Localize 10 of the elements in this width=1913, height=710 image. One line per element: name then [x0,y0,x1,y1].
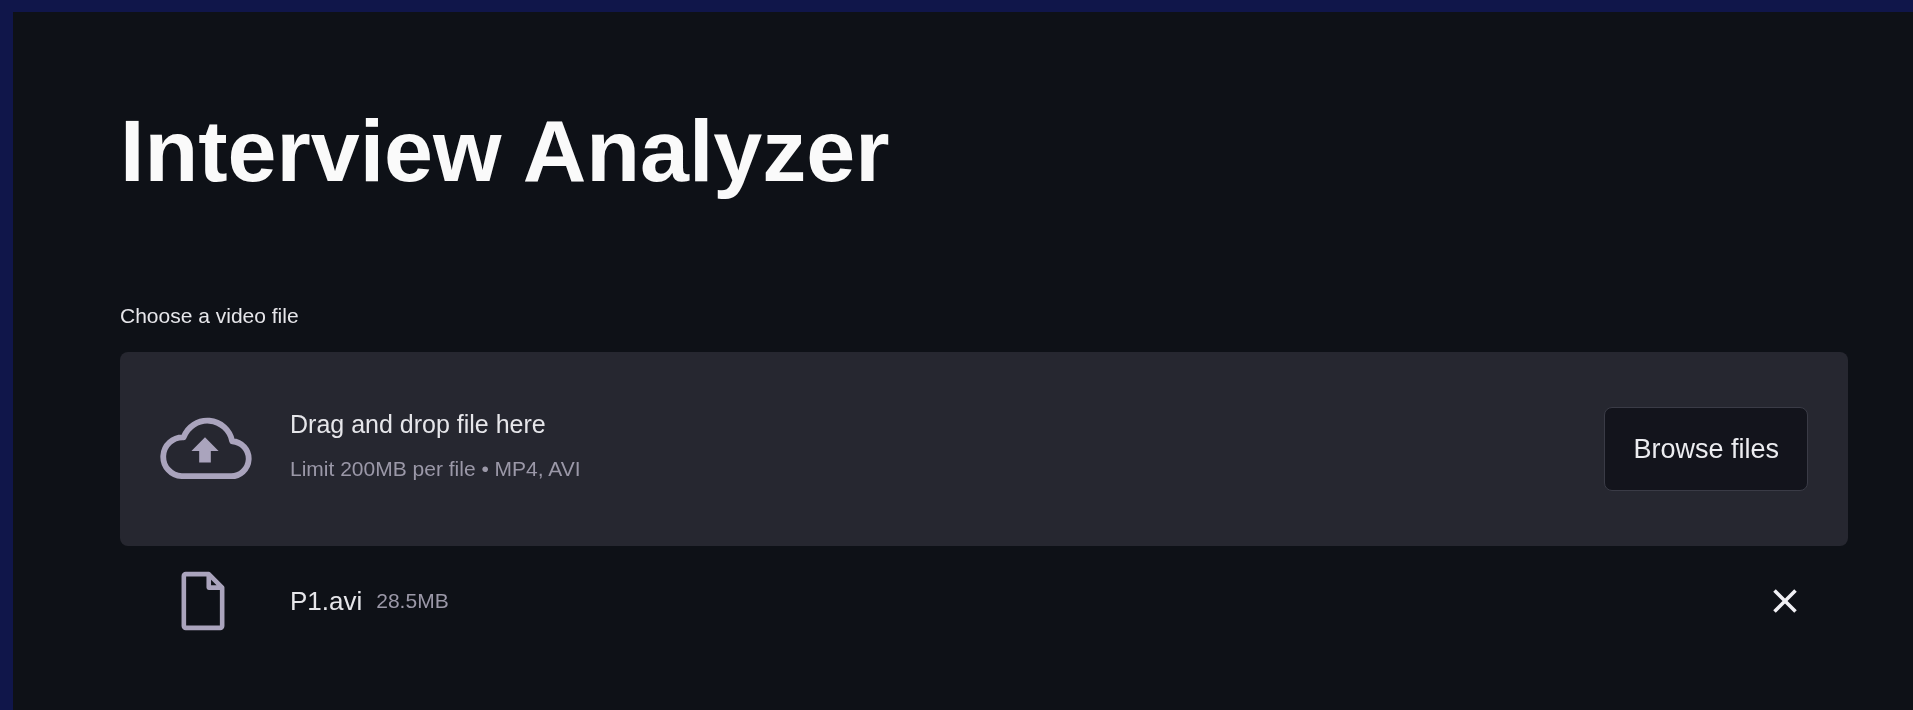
drop-instruction: Drag and drop file here [290,409,547,439]
file-name: P1.avi [290,585,363,617]
page-title: Interview Analyzer [120,100,891,202]
browse-files-button[interactable]: Browse files [1604,407,1808,491]
drop-zone[interactable]: Drag and drop file here Limit 200MB per file • MP4, AVI Browse files [120,352,1848,546]
uploader-label: Choose a video file [120,303,300,329]
file-icon [180,570,226,632]
cloud-upload-icon [158,416,252,482]
file-size: 28.5MB [376,589,450,613]
file-limits: Limit 200MB per file • MP4, AVI [290,456,582,481]
